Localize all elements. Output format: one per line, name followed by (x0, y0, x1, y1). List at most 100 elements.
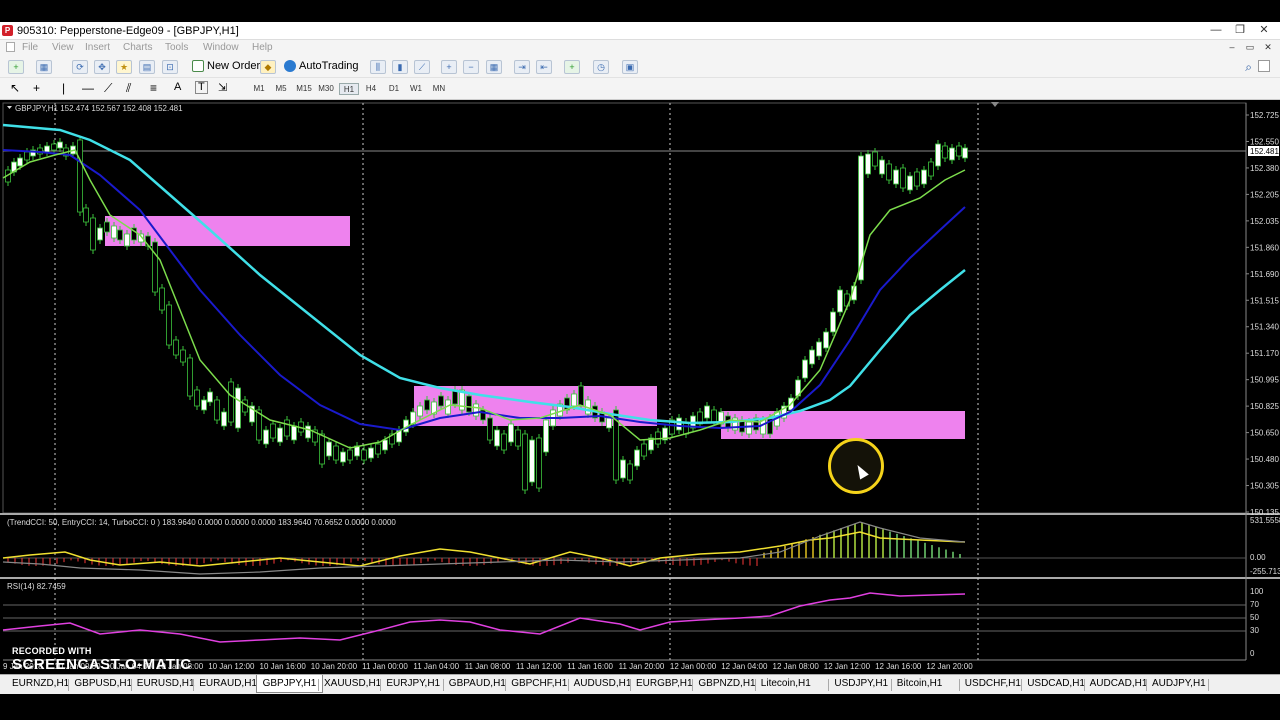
horizontal-line-icon[interactable]: — (82, 81, 94, 95)
symbol-tab[interactable]: AUDCAD,H1 (1090, 678, 1148, 689)
metaeditor-icon[interactable]: ◆ (260, 60, 276, 74)
profiles-icon[interactable]: ▦ (36, 60, 52, 74)
timeframe-h4[interactable]: H4 (361, 83, 381, 95)
zoom-in-icon[interactable]: + (441, 60, 457, 74)
symbol-tab[interactable]: GBPNZD,H1 (698, 678, 755, 689)
cursor-icon[interactable]: ↖ (10, 81, 20, 95)
candle-body (166, 304, 172, 346)
candle-body (228, 381, 234, 423)
symbol-tab[interactable]: EURJPY,H1 (386, 678, 440, 689)
symbol-tab[interactable]: EURNZD,H1 (12, 678, 69, 689)
day-separators (54, 103, 979, 660)
indicators-icon[interactable]: + (564, 60, 580, 74)
rsi-label: 100 (1250, 587, 1264, 596)
menu-help[interactable]: Help (252, 42, 273, 53)
timeframe-m5[interactable]: M5 (271, 83, 291, 95)
candle-body (711, 409, 717, 423)
auto-scroll-icon[interactable]: ⇥ (514, 60, 530, 74)
mdi-restore-icon[interactable]: ▭ (1244, 41, 1256, 53)
new-order-label: New Order (207, 60, 261, 72)
symbol-tab[interactable]: Bitcoin,H1 (897, 678, 943, 689)
symbol-tab[interactable]: AUDJPY,H1 (1152, 678, 1206, 689)
symbol-tab[interactable]: GBPCHF,H1 (511, 678, 567, 689)
candle-body (501, 433, 507, 451)
time-label: 12 Jan 00:00 (670, 662, 717, 671)
mdi-close-icon[interactable]: ✕ (1262, 41, 1274, 53)
menu-window[interactable]: Window (203, 42, 239, 53)
symbol-tab[interactable]: USDCHF,H1 (965, 678, 1021, 689)
templates-icon[interactable]: ▣ (622, 60, 638, 74)
candle-body (627, 463, 633, 481)
symbol-tab[interactable]: GBPUSD,H1 (74, 678, 132, 689)
menu-file[interactable]: File (22, 42, 38, 53)
symbol-tab[interactable]: GBPJPY,H1 (255, 675, 324, 693)
symbol-tab[interactable]: GBPAUD,H1 (449, 678, 506, 689)
tester-icon[interactable]: ⊡ (162, 60, 178, 74)
tab-separator (754, 679, 756, 691)
symbol-tab[interactable]: XAUUSD,H1 (324, 678, 381, 689)
minimize-icon[interactable]: — (1206, 24, 1226, 38)
line-chart-icon[interactable]: ⟋ (414, 60, 430, 74)
timeframe-m15[interactable]: M15 (294, 83, 314, 95)
symbol-tab[interactable]: USDJPY,H1 (834, 678, 888, 689)
tile-windows-icon[interactable]: ▦ (486, 60, 502, 74)
autotrading-button[interactable]: AutoTrading (284, 60, 359, 72)
symbol-tab[interactable]: AUDUSD,H1 (574, 678, 632, 689)
symbol-tab[interactable]: USDCAD,H1 (1027, 678, 1085, 689)
periods-icon[interactable]: ◷ (593, 60, 609, 74)
new-chart-icon[interactable]: + (8, 60, 24, 74)
timeframe-w1[interactable]: W1 (406, 83, 426, 95)
terminal-icon[interactable]: ▤ (139, 60, 155, 74)
chat-icon[interactable] (1258, 60, 1270, 72)
symbol-tab[interactable]: Litecoin,H1 (761, 678, 811, 689)
candle-body (305, 425, 311, 439)
candle-body (837, 289, 843, 313)
channel-icon[interactable]: ⫽ (126, 81, 131, 96)
symbol-tab[interactable]: EURGBP,H1 (636, 678, 693, 689)
mdi-minimize-icon[interactable]: – (1226, 41, 1238, 53)
chart-menu-icon[interactable] (7, 106, 12, 109)
menu-insert[interactable]: Insert (85, 42, 110, 53)
text-tool-icon[interactable]: A (174, 81, 181, 93)
text-label-icon[interactable]: T (195, 81, 208, 94)
trendline-icon[interactable]: ⟋ (104, 81, 112, 96)
symbol-tab[interactable]: EURUSD,H1 (137, 678, 195, 689)
candle-body (872, 151, 878, 167)
candle-body (886, 163, 892, 181)
menu-view[interactable]: View (52, 42, 74, 53)
vertical-line-icon[interactable]: | (62, 81, 65, 95)
rsi-label: 0 (1250, 649, 1255, 658)
menu-charts[interactable]: Charts (123, 42, 152, 53)
data-window-icon[interactable]: ✥ (94, 60, 110, 74)
new-order-icon (192, 60, 204, 72)
zoom-out-icon[interactable]: − (463, 60, 479, 74)
close-icon[interactable]: ✕ (1254, 24, 1274, 38)
chart-shift-icon[interactable]: ⇤ (536, 60, 552, 74)
time-label: 12 Jan 08:00 (773, 662, 820, 671)
price-label: 152.725 (1250, 111, 1279, 120)
candlestick-icon[interactable]: ▮ (392, 60, 408, 74)
price-chart[interactable]: 152.725 152.550 152.380 152.205 152.035 151.8… (0, 100, 1280, 674)
fibonacci-icon[interactable]: ≡ (150, 81, 157, 95)
timeframe-m30[interactable]: M30 (316, 83, 336, 95)
arrows-icon[interactable]: ⇲ (218, 81, 227, 94)
menu-tools[interactable]: Tools (165, 42, 188, 53)
timeframe-m1[interactable]: M1 (249, 83, 269, 95)
timeframe-mn[interactable]: MN (429, 83, 449, 95)
symbol-tab[interactable]: EURAUD,H1 (199, 678, 257, 689)
candle-body (424, 399, 430, 411)
bar-chart-icon[interactable]: ⫼ (370, 60, 386, 74)
timeframe-d1[interactable]: D1 (384, 83, 404, 95)
search-icon[interactable]: ⌕ (1245, 60, 1252, 75)
price-label: 150.305 (1250, 482, 1279, 491)
crosshair-icon[interactable]: + (33, 81, 40, 95)
restore-icon[interactable]: ❐ (1230, 24, 1250, 38)
candle-body (823, 331, 829, 349)
chart-window[interactable]: 152.725 152.550 152.380 152.205 152.035 151.8… (0, 100, 1280, 674)
new-order-button[interactable]: New Order (192, 60, 260, 72)
chart-shift-marker[interactable] (991, 102, 999, 107)
market-watch-icon[interactable]: ⟳ (72, 60, 88, 74)
recording-watermark: RECORDED WITH SCREENCAST-O-MATIC (12, 646, 192, 673)
navigator-icon[interactable]: ★ (116, 60, 132, 74)
timeframe-h1[interactable]: H1 (339, 83, 359, 95)
